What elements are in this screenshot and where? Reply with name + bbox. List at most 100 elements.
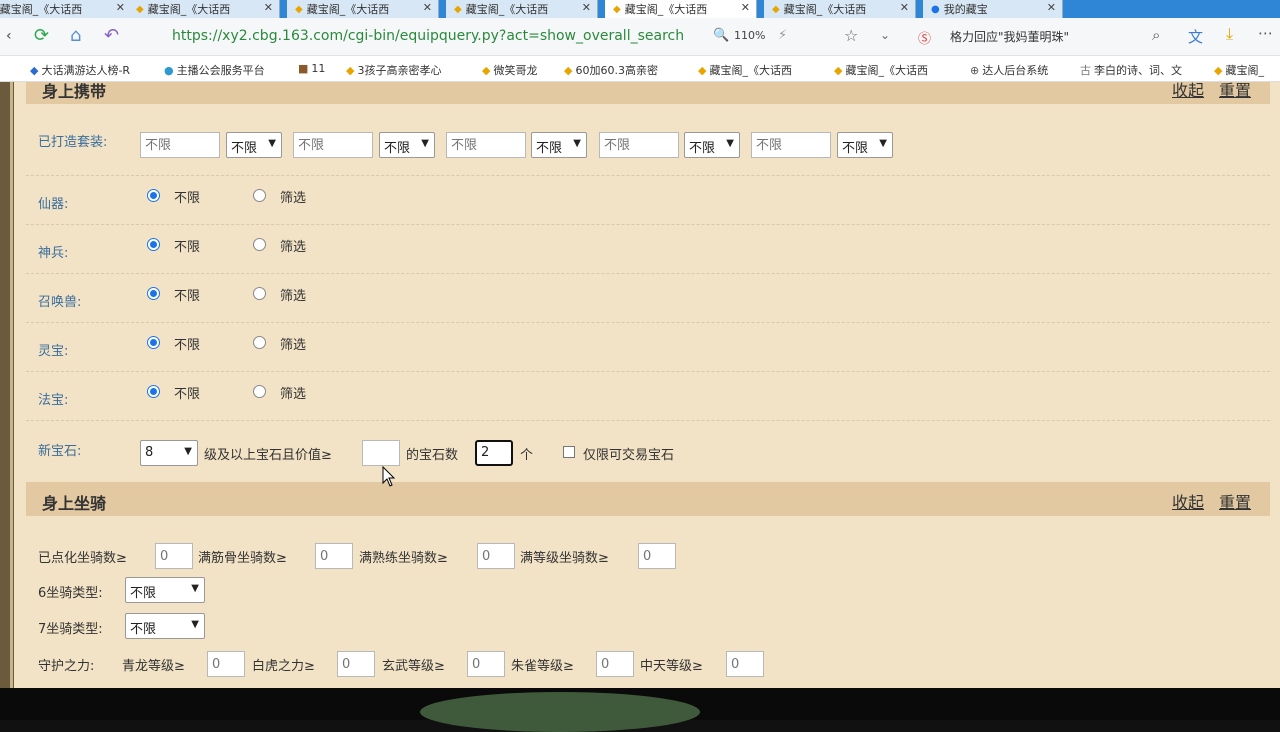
mount-skill-input[interactable] bbox=[477, 543, 515, 569]
bookmark-item[interactable]: ◆3孩子高亲密孝心 bbox=[346, 62, 441, 78]
browser-tab[interactable]: ◆藏宝阁_《大话西✕ bbox=[0, 0, 132, 18]
mount-refined-input[interactable] bbox=[155, 543, 193, 569]
bookmark-item[interactable]: ◆藏宝阁_《大话西 bbox=[834, 62, 928, 78]
gem-text-level: 级及以上宝石且价值≥ bbox=[204, 448, 332, 463]
undo-icon[interactable]: ↶ bbox=[104, 25, 119, 46]
zoom-level: 110% bbox=[734, 29, 766, 42]
gem-count-input[interactable]: 2 bbox=[475, 440, 513, 466]
mount-level-label: 满等级坐骑数≥ bbox=[520, 551, 609, 566]
guard-baihu-input[interactable] bbox=[337, 651, 375, 677]
browser-tab[interactable]: ◆藏宝阁_《大话西✕ bbox=[287, 0, 439, 18]
radio-filter[interactable] bbox=[253, 287, 266, 300]
page-left-border-inner bbox=[10, 82, 13, 688]
set-input-1[interactable] bbox=[140, 132, 220, 158]
close-tab-icon[interactable]: ✕ bbox=[264, 1, 273, 14]
close-tab-icon[interactable]: ✕ bbox=[741, 1, 750, 14]
back-icon[interactable]: ‹ bbox=[6, 28, 12, 44]
guard-qinglong-input[interactable] bbox=[207, 651, 245, 677]
mount-type6-select[interactable]: 不限 ▼ bbox=[125, 577, 205, 603]
search-promo-text[interactable]: 格力回应"我妈董明珠" bbox=[950, 28, 1069, 45]
set-input-5[interactable] bbox=[751, 132, 831, 158]
set-select-2[interactable]: 不限 ▼ bbox=[379, 132, 435, 158]
guard-qinglong-label: 青龙等级≥ bbox=[122, 659, 185, 674]
chevron-down-icon: ▼ bbox=[421, 138, 429, 149]
section-header-mount: 身上坐骑 收起 重置 bbox=[26, 482, 1270, 516]
bolt-icon[interactable]: ⚡ bbox=[778, 28, 787, 43]
close-tab-icon[interactable]: ✕ bbox=[900, 1, 909, 14]
decorative-leaf bbox=[420, 692, 700, 732]
mount-type7-label: 7坐骑类型: bbox=[38, 622, 103, 637]
set-select-3[interactable]: 不限 ▼ bbox=[531, 132, 587, 158]
radio-filter-label: 筛选 bbox=[280, 387, 307, 402]
close-tab-icon[interactable]: ✕ bbox=[582, 1, 591, 14]
bookmark-item[interactable]: ◆藏宝阁_ bbox=[1214, 62, 1264, 78]
set-select-1[interactable]: 不限 ▼ bbox=[226, 132, 282, 158]
guard-zhongtian-input[interactable] bbox=[726, 651, 764, 677]
close-tab-icon[interactable]: ✕ bbox=[423, 1, 432, 14]
bookmark-item[interactable]: ◆微笑哥龙 bbox=[482, 62, 537, 78]
radio-unlimited[interactable] bbox=[147, 189, 160, 202]
bookmark-icon: ◆ bbox=[482, 64, 491, 77]
tab-favicon-icon: ◆ bbox=[772, 3, 780, 15]
browser-tab[interactable]: ◆藏宝阁_《大话西✕ bbox=[128, 0, 280, 18]
gem-level-select[interactable]: 8 ▼ bbox=[140, 440, 198, 466]
set-input-2[interactable] bbox=[293, 132, 373, 158]
browser-toolbar: ‹ ⟳ ⌂ ↶ https://xy2.cbg.163.com/cgi-bin/… bbox=[0, 18, 1280, 56]
set-input-4[interactable] bbox=[599, 132, 679, 158]
translate-icon[interactable]: 文 bbox=[1188, 26, 1203, 47]
close-tab-icon[interactable]: ✕ bbox=[116, 1, 125, 14]
radio-filter[interactable] bbox=[253, 189, 266, 202]
row-divider bbox=[26, 420, 1270, 421]
collapse-link[interactable]: 收起 bbox=[1172, 489, 1204, 513]
tab-favicon-icon: ◆ bbox=[613, 3, 621, 15]
search-engine-icon[interactable]: Ⓢ bbox=[918, 28, 931, 47]
search-icon[interactable]: ⌕ bbox=[1152, 26, 1160, 44]
set-select-5[interactable]: 不限 ▼ bbox=[837, 132, 893, 158]
set-select-4[interactable]: 不限 ▼ bbox=[684, 132, 740, 158]
radio-unlimited[interactable] bbox=[147, 385, 160, 398]
browser-tab-active[interactable]: ◆ 藏宝阁_《大话西 ✕ bbox=[605, 0, 757, 18]
set-input-3[interactable] bbox=[446, 132, 526, 158]
mouse-cursor-icon bbox=[382, 466, 396, 487]
chevron-down-icon: ▼ bbox=[268, 138, 276, 149]
close-tab-icon[interactable]: ✕ bbox=[1047, 1, 1056, 14]
mount-refined-label: 已点化坐骑数≥ bbox=[38, 551, 127, 566]
home-icon[interactable]: ⌂ bbox=[70, 25, 81, 46]
bookmark-item[interactable]: ●主播公会服务平台 bbox=[164, 62, 265, 78]
bookmark-item[interactable]: ◆大话满游达人榜-R bbox=[30, 62, 130, 78]
menu-icon[interactable]: ⋯ bbox=[1258, 24, 1273, 42]
reset-link[interactable]: 重置 bbox=[1219, 489, 1251, 513]
address-bar[interactable]: https://xy2.cbg.163.com/cgi-bin/equipque… bbox=[172, 28, 684, 44]
bookmark-item[interactable]: ◆60加60.3高亲密 bbox=[564, 62, 658, 78]
bookmark-item[interactable]: ◆藏宝阁_《大话西 bbox=[698, 62, 792, 78]
bookmark-item[interactable]: ■11 bbox=[298, 62, 325, 75]
radio-filter[interactable] bbox=[253, 336, 266, 349]
radio-filter[interactable] bbox=[253, 385, 266, 398]
browser-tab[interactable]: ◆藏宝阁_《大话西✕ bbox=[446, 0, 598, 18]
mount-type7-select[interactable]: 不限 ▼ bbox=[125, 613, 205, 639]
radio-unlimited[interactable] bbox=[147, 238, 160, 251]
bookmark-item[interactable]: ⊕达人后台系统 bbox=[970, 62, 1048, 78]
browser-tab[interactable]: ● 我的藏宝 ✕ bbox=[923, 0, 1063, 18]
tradeable-gem-checkbox[interactable] bbox=[563, 446, 575, 458]
gem-text-count: 的宝石数 bbox=[406, 448, 459, 463]
guard-zhuque-input[interactable] bbox=[596, 651, 634, 677]
star-icon[interactable]: ☆ bbox=[844, 26, 858, 45]
download-icon[interactable]: ⤓ bbox=[1226, 24, 1233, 44]
zoom-icon[interactable]: 🔍 bbox=[713, 28, 729, 43]
radio-unlimited[interactable] bbox=[147, 287, 160, 300]
bookmark-item[interactable]: 古李白的诗、词、文 bbox=[1080, 62, 1182, 78]
mount-level-input[interactable] bbox=[638, 543, 676, 569]
browser-tab[interactable]: ◆藏宝阁_《大话西✕ bbox=[764, 0, 916, 18]
section-title: 身上坐骑 bbox=[42, 494, 107, 513]
reload-icon[interactable]: ⟳ bbox=[34, 25, 49, 46]
chevron-down-icon[interactable]: ⌄ bbox=[880, 28, 890, 42]
mount-bone-input[interactable] bbox=[315, 543, 353, 569]
radio-unlimited-label: 不限 bbox=[174, 338, 201, 353]
gem-value-input[interactable] bbox=[362, 440, 400, 466]
bookmark-icon: ◆ bbox=[564, 64, 573, 77]
radio-unlimited[interactable] bbox=[147, 336, 160, 349]
radio-filter[interactable] bbox=[253, 238, 266, 251]
bookmark-icon: ◆ bbox=[698, 64, 707, 77]
guard-xuanwu-input[interactable] bbox=[467, 651, 505, 677]
